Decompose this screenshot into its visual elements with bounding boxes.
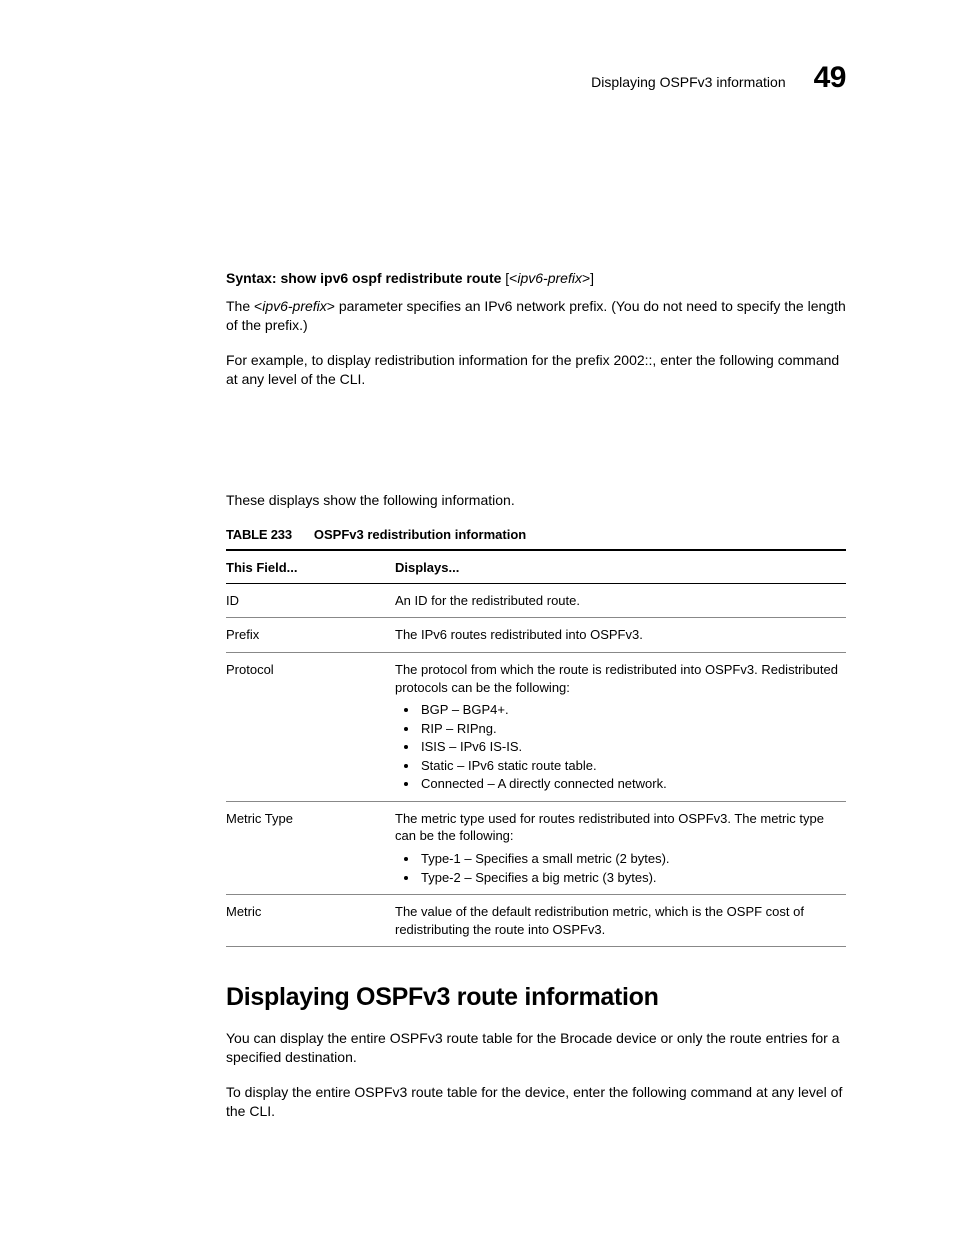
cell-desc-text: The metric type used for routes redistri… [395,810,840,845]
cell-desc: The protocol from which the route is red… [395,653,846,802]
paragraph-displays-intro: These displays show the following inform… [226,491,846,510]
cell-desc-text: The protocol from which the route is red… [395,661,840,696]
table-row: Metric Type The metric type used for rou… [226,801,846,894]
syntax-bracket-close: >] [582,270,594,286]
table-row: Protocol The protocol from which the rou… [226,653,846,802]
cell-field: ID [226,583,395,618]
syntax-command: show ipv6 ospf redistribute route [280,270,501,286]
paragraph-example: For example, to display redistribution i… [226,351,846,389]
list-item: Static – IPv6 static route table. [419,756,840,775]
cell-field: Protocol [226,653,395,802]
cell-desc: The metric type used for routes redistri… [395,801,846,894]
para1-a: The < [226,298,262,314]
section-paragraph-1: You can display the entire OSPFv3 route … [226,1029,846,1067]
table-row: ID An ID for the redistributed route. [226,583,846,618]
table-caption-title: OSPFv3 redistribution information [314,527,526,542]
table-row: Prefix The IPv6 routes redistributed int… [226,618,846,653]
syntax-label: Syntax: [226,270,277,286]
running-header-title: Displaying OSPFv3 information [591,73,786,92]
table-row: Metric The value of the default redistri… [226,895,846,947]
cell-field: Prefix [226,618,395,653]
list-item: Type-1 – Specifies a small metric (2 byt… [419,849,840,868]
cell-desc-list: BGP – BGP4+. RIP – RIPng. ISIS – IPv6 IS… [395,700,840,793]
table-header-field: This Field... [226,551,395,583]
list-item: ISIS – IPv6 IS-IS. [419,737,840,756]
cell-desc: The value of the default redistribution … [395,895,846,947]
cell-field: Metric [226,895,395,947]
cell-field: Metric Type [226,801,395,894]
list-item: Type-2 – Specifies a big metric (3 bytes… [419,868,840,887]
para1-arg: ipv6-prefix [262,298,327,314]
cell-desc: An ID for the redistributed route. [395,583,846,618]
info-table: This Field... Displays... ID An ID for t… [226,551,846,947]
list-item: RIP – RIPng. [419,719,840,738]
paragraph-prefix-desc: The <ipv6-prefix> parameter specifies an… [226,297,846,335]
chapter-number: 49 [814,58,846,99]
table-caption-label: TABLE 233 [226,527,292,542]
syntax-arg: ipv6-prefix [517,270,582,286]
running-header: Displaying OSPFv3 information 49 [226,58,846,99]
page: Displaying OSPFv3 information 49 Syntax:… [0,0,954,1235]
cell-desc: The IPv6 routes redistributed into OSPFv… [395,618,846,653]
syntax-line: Syntax: show ipv6 ospf redistribute rout… [226,269,846,288]
section-title: Displaying OSPFv3 route information [226,981,846,1015]
list-item: BGP – BGP4+. [419,700,840,719]
syntax-bracket-open: [< [505,270,517,286]
cell-desc-list: Type-1 – Specifies a small metric (2 byt… [395,849,840,886]
list-item: Connected – A directly connected network… [419,774,840,793]
table-header-displays: Displays... [395,551,846,583]
table-header-row: This Field... Displays... [226,551,846,583]
section-paragraph-2: To display the entire OSPFv3 route table… [226,1083,846,1121]
table-caption: TABLE 233 OSPFv3 redistribution informati… [226,526,846,552]
